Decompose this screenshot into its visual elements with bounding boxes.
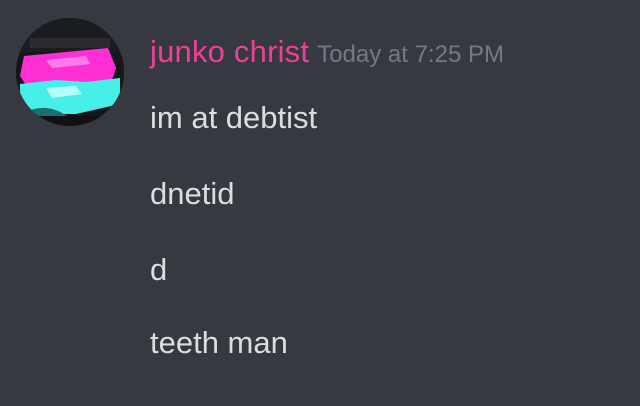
avatar-image — [16, 18, 124, 126]
message-timestamp[interactable]: Today at 7:25 PM — [317, 41, 504, 68]
message-line: teeth man — [150, 325, 288, 360]
chat-message-group: junko christ Today at 7:25 PM im at debti… — [0, 0, 640, 406]
message-header: junko christ Today at 7:25 PM — [150, 36, 504, 67]
user-avatar[interactable] — [16, 18, 124, 126]
message-line: dnetid — [150, 176, 235, 211]
message-line: im at debtist — [150, 100, 318, 135]
message-line: d — [150, 252, 168, 287]
username[interactable]: junko christ — [150, 34, 309, 69]
